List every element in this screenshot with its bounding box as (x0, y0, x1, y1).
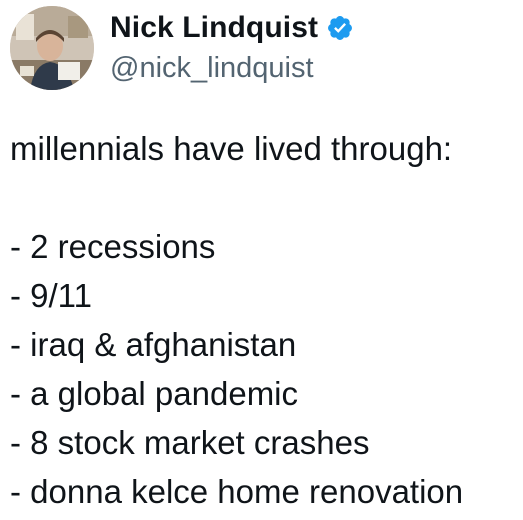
tweet-card: Nick Lindquist @nick_lindquist millennia… (0, 0, 523, 520)
tweet-header: Nick Lindquist @nick_lindquist (10, 6, 354, 90)
list-item: - 8 stock market crashes (10, 424, 370, 461)
list-item: - a global pandemic (10, 375, 299, 412)
list-item: - 2 recessions (10, 228, 216, 265)
verified-badge-icon (326, 14, 354, 42)
list-item: - 9/11 (10, 277, 92, 314)
author-identity: Nick Lindquist @nick_lindquist (110, 13, 354, 83)
display-name[interactable]: Nick Lindquist (110, 13, 318, 43)
name-row: Nick Lindquist (110, 13, 354, 43)
tweet-intro: millennials have lived through: (10, 130, 453, 167)
author-handle[interactable]: @nick_lindquist (110, 54, 354, 83)
list-item: - donna kelce home renovation (10, 473, 464, 510)
list-item: - iraq & afghanistan (10, 326, 297, 363)
avatar-photo (10, 6, 94, 90)
tweet-text: millennials have lived through: - 2 rece… (10, 124, 520, 516)
avatar[interactable] (10, 6, 94, 90)
